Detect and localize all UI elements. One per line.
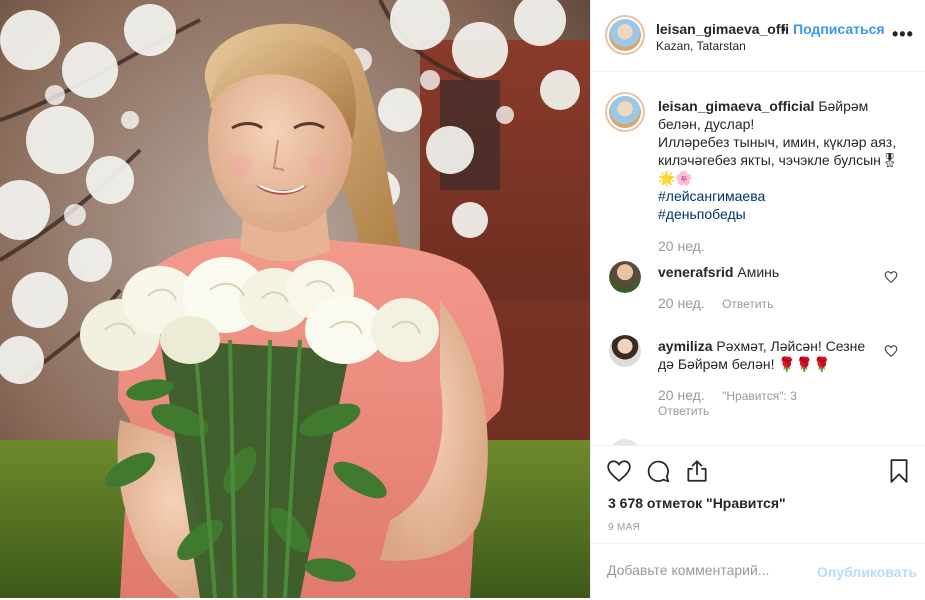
comment-icon[interactable] <box>645 458 671 484</box>
instagram-post: leisan_gimaeva_offi • Подписаться Kazan,… <box>0 0 925 600</box>
comment-likes-count[interactable]: "Нравится": 3 <box>722 389 797 403</box>
comment-1: venerafsrid Аминь <box>658 263 873 281</box>
comment-2-reply: Ответить <box>658 404 709 418</box>
author-username[interactable]: leisan_gimaeva_offi <box>656 21 789 37</box>
post-side-panel: leisan_gimaeva_offi • Подписаться Kazan,… <box>590 0 925 600</box>
hashtag-link[interactable]: #деньпобеды <box>658 205 908 223</box>
post-photo[interactable] <box>0 0 590 598</box>
header-separator: • <box>781 21 786 37</box>
post-header: leisan_gimaeva_offi • Подписаться Kazan,… <box>591 0 925 72</box>
likes-count[interactable]: 3 678 отметок "Нравится" <box>608 495 786 511</box>
comment-username[interactable]: venerafsrid <box>658 264 733 280</box>
author-avatar[interactable] <box>605 15 645 55</box>
commenter-avatar[interactable] <box>609 261 641 293</box>
caption-line-3: 🌟🌸 <box>658 170 693 186</box>
publish-button[interactable]: Опубликовать <box>817 564 917 580</box>
add-comment-form: Опубликовать <box>591 543 925 599</box>
comment-like-heart-icon[interactable] <box>884 270 898 284</box>
comment-text: Аминь <box>737 264 780 280</box>
more-icon[interactable]: ••• <box>892 25 914 43</box>
reply-button[interactable]: Ответить <box>722 297 773 311</box>
heart-icon[interactable] <box>606 458 632 484</box>
caption-timestamp[interactable]: 20 нед. <box>658 238 705 254</box>
comment-timestamp[interactable]: 20 нед. <box>658 387 705 403</box>
post-photo-image <box>0 0 590 598</box>
caption-line-2: Илләребез тыныч, имин, күкләр аяз, килэч… <box>658 134 899 168</box>
share-icon[interactable] <box>684 458 710 484</box>
bookmark-icon[interactable] <box>886 458 912 484</box>
comments-list[interactable]: leisan_gimaeva_official Бәйрәм белән, ду… <box>591 73 925 445</box>
comment-2: aymiliza Рәхмәт, Ләйсән! Сезне дә Бәйрәм… <box>658 337 873 373</box>
caption-username[interactable]: leisan_gimaeva_official <box>658 98 814 114</box>
comment-username[interactable]: aymiliza <box>658 338 712 354</box>
comment-like-heart-icon[interactable] <box>884 344 898 358</box>
comment-2-meta: 20 нед. "Нравится": 3 <box>658 387 888 403</box>
caption-author-avatar[interactable] <box>605 92 645 132</box>
post-location[interactable]: Kazan, Tatarstan <box>656 39 746 53</box>
comment-timestamp[interactable]: 20 нед. <box>658 295 705 311</box>
post-actions-section: 3 678 отметок "Нравится" 9 МАЯ Опубликов… <box>591 445 925 600</box>
reply-button[interactable]: Ответить <box>658 404 709 418</box>
post-caption: leisan_gimaeva_official Бәйрәм белән, ду… <box>658 97 908 223</box>
comment-1-meta: 20 нед. Ответить <box>658 295 773 311</box>
follow-button[interactable]: Подписаться <box>793 21 885 37</box>
commenter-avatar[interactable] <box>609 335 641 367</box>
post-date[interactable]: 9 МАЯ <box>608 522 640 533</box>
hashtag-link[interactable]: #лейсангимаева <box>658 187 908 205</box>
comment-input[interactable] <box>607 562 807 578</box>
